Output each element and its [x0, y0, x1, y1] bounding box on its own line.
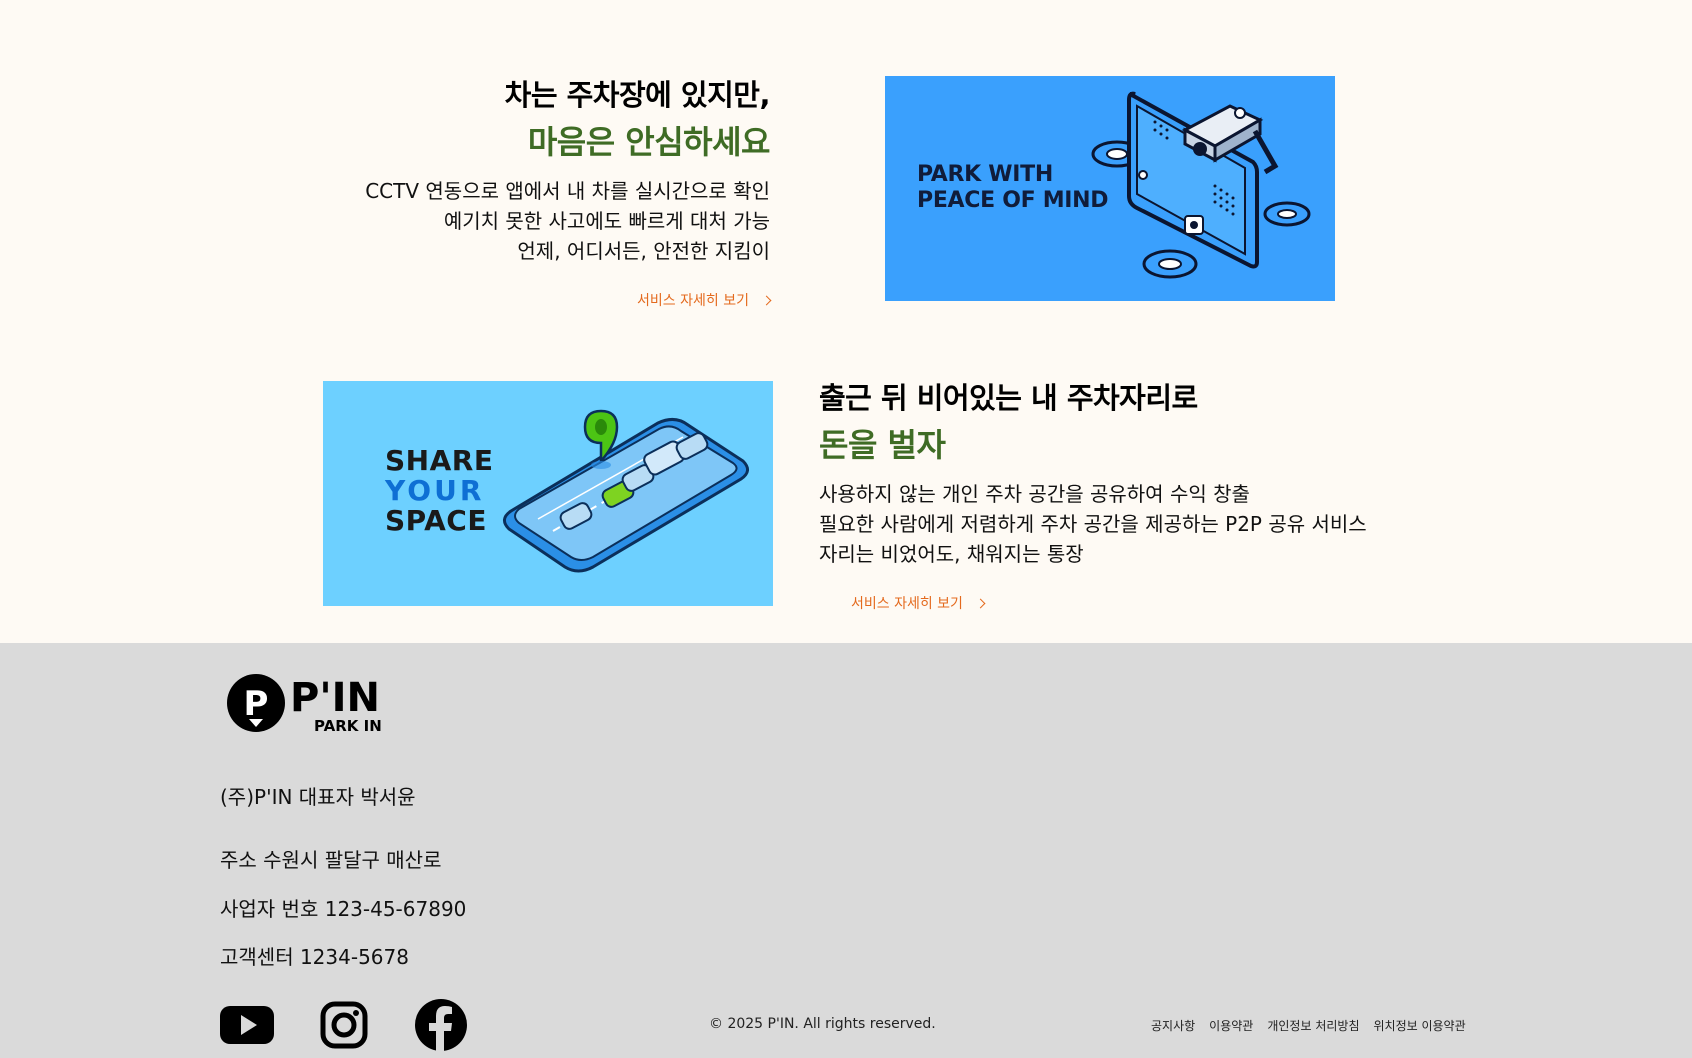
description-line: 필요한 사람에게 저렴하게 주차 공간을 제공하는 P2P 공유 서비스 [819, 512, 1367, 536]
link-privacy-policy[interactable]: 개인정보 처리방침 [1267, 1017, 1359, 1034]
chevron-right-icon [975, 598, 986, 608]
logo-text-main: P'IN [290, 675, 380, 721]
feature-description: 사용하지 않는 개인 주차 공간을 공유하여 수익 창출 필요한 사람에게 저렴… [819, 479, 1379, 569]
cctv-tablet-illustration [1091, 91, 1311, 279]
service-detail-label: 서비스 자세히 보기 [637, 293, 749, 309]
feature-title: 차는 주차장에 있지만, [504, 78, 771, 112]
customer-center: 고객센터 1234-5678 [220, 945, 409, 969]
feature-share-space: 출근 뒤 비어있는 내 주차자리로 돈을 벌자 사용하지 않는 개인 주차 공간… [819, 375, 1379, 613]
link-location-terms[interactable]: 위치정보 이용약관 [1373, 1017, 1465, 1034]
service-detail-label: 서비스 자세히 보기 [851, 596, 963, 612]
description-line: 언제, 어디서든, 안전한 지킴이 [517, 239, 770, 263]
feature-description: CCTV 연동으로 앱에서 내 차를 실시간으로 확인 예기치 못한 사고에도 … [340, 176, 770, 266]
svg-text:P: P [244, 684, 269, 724]
pin-logo[interactable]: P P'IN PARK IN [226, 671, 396, 735]
description-line: 사용하지 않는 개인 주차 공간을 공유하여 수익 창출 [819, 482, 1250, 506]
banner-park-with-peace: PARK WITH PEACE OF MIND [885, 76, 1335, 301]
logo-text-sub: PARK IN [314, 717, 382, 735]
footer-links: 공지사항 이용약관 개인정보 처리방침 위치정보 이용약관 [1151, 1017, 1466, 1034]
copyright-text: © 2025 P'IN. All rights reserved. [709, 1016, 936, 1032]
description-line: CCTV 연동으로 앱에서 내 차를 실시간으로 확인 [365, 179, 770, 203]
company-representative: (주)P'IN 대표자 박서윤 [220, 785, 416, 809]
company-address: 주소 수원시 팔달구 매산로 [220, 848, 442, 872]
banner-share-your-space: SHARE YOUR SPACE [323, 381, 773, 606]
feature-cctv: 차는 주차장에 있지만, 마음은 안심하세요 CCTV 연동으로 앱에서 내 차… [340, 72, 772, 310]
instagram-icon[interactable] [320, 998, 368, 1052]
description-line: 자리는 비었어도, 채워지는 통장 [819, 542, 1084, 566]
link-terms[interactable]: 이용약관 [1209, 1017, 1253, 1034]
feature-title-highlight: 돈을 벌자 [819, 426, 946, 464]
main-content: 차는 주차장에 있지만, 마음은 안심하세요 CCTV 연동으로 앱에서 내 차… [0, 0, 1692, 643]
feature-title: 출근 뒤 비어있는 내 주차자리로 [819, 381, 1198, 415]
facebook-icon[interactable] [414, 998, 468, 1052]
phone-parking-illustration [503, 409, 749, 573]
feature-title-highlight: 마음은 안심하세요 [527, 123, 771, 161]
description-line: 예기치 못한 사고에도 빠르게 대처 가능 [443, 209, 770, 233]
link-notice[interactable]: 공지사항 [1151, 1017, 1195, 1034]
service-detail-link[interactable]: 서비스 자세히 보기 [637, 290, 772, 310]
service-detail-link[interactable]: 서비스 자세히 보기 [851, 593, 986, 613]
business-number: 사업자 번호 123-45-67890 [220, 897, 467, 921]
youtube-icon[interactable] [220, 998, 274, 1052]
chevron-right-icon [761, 295, 772, 305]
site-footer: P P'IN PARK IN (주)P'IN 대표자 박서윤 주소 수원시 팔달… [0, 643, 1692, 1058]
